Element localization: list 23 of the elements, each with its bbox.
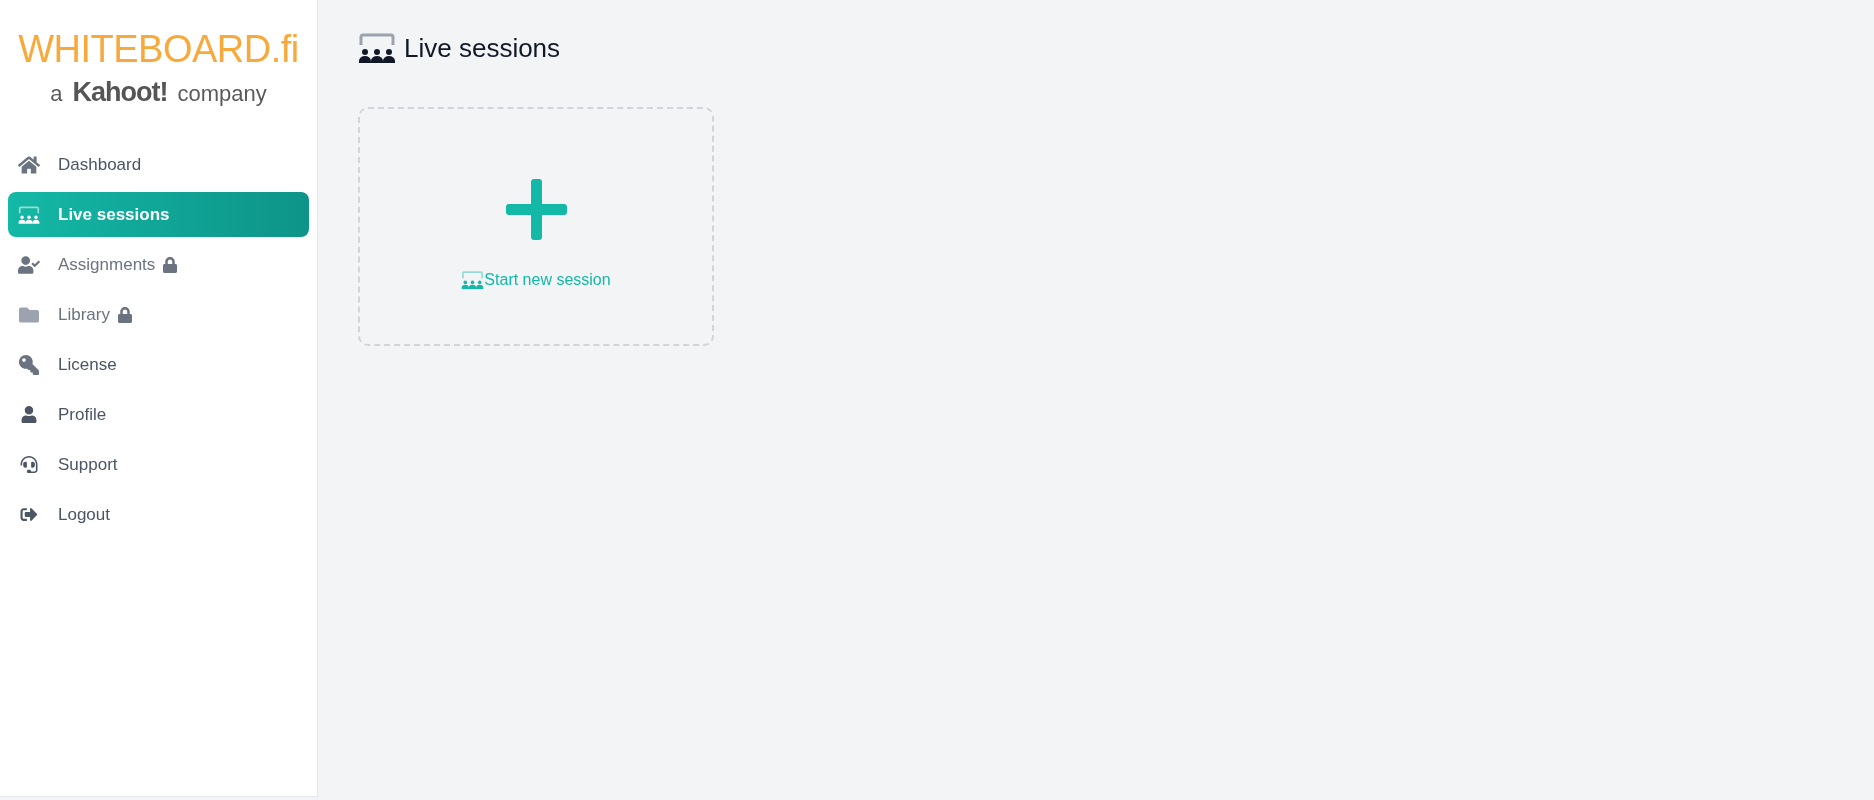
home-icon — [18, 154, 40, 175]
key-icon — [18, 354, 40, 375]
board-people-icon — [18, 204, 40, 225]
tagline-text: company — [177, 80, 267, 108]
board-people-icon — [461, 271, 485, 289]
tagline-text: a — [50, 80, 63, 108]
nav-item[interactable]: Profile — [8, 392, 309, 437]
nav-item[interactable]: Logout — [8, 492, 309, 537]
nav-item[interactable]: Assignments — [8, 242, 309, 287]
nav-item[interactable]: Library — [8, 292, 309, 337]
board-people-icon — [358, 33, 396, 63]
logout-icon — [18, 506, 40, 523]
nav-item[interactable]: License — [8, 342, 309, 387]
wordmark-logo: WHITEBOARD.fi — [18, 27, 299, 72]
page-title: Live sessions — [404, 32, 561, 64]
user-check-icon — [18, 254, 40, 275]
headset-icon — [18, 456, 40, 473]
nav-item[interactable]: Support — [8, 442, 309, 487]
lock-icon — [163, 256, 178, 273]
nav-item[interactable]: Dashboard — [8, 142, 309, 187]
plus-icon — [505, 179, 567, 240]
brand-logo: Kahoot! — [72, 78, 168, 106]
lock-icon — [117, 306, 132, 323]
